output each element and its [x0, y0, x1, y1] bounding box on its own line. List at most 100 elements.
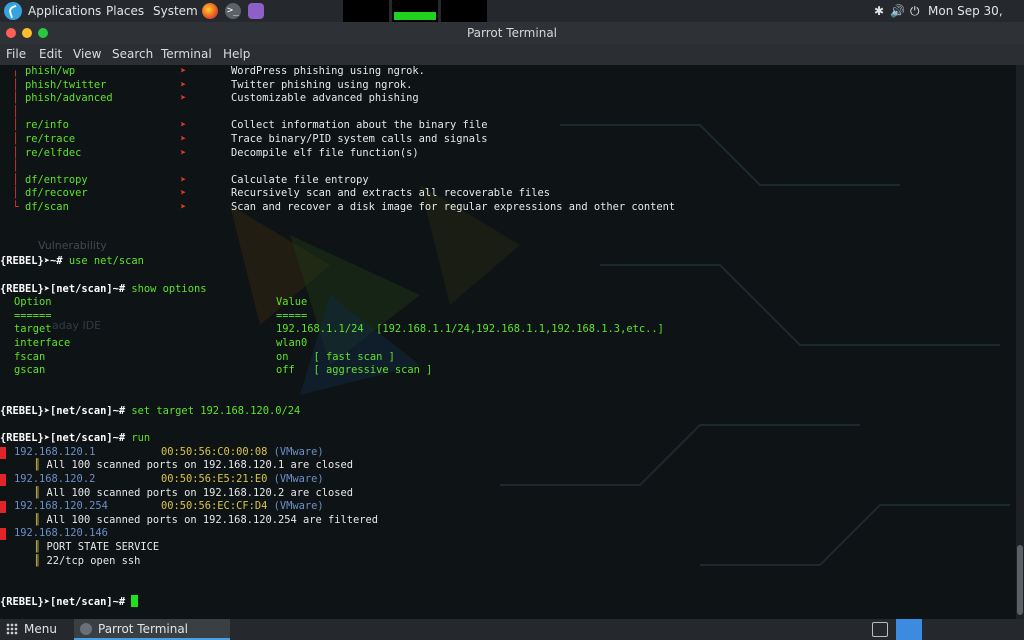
scrollbar-thumb[interactable]	[1017, 545, 1023, 615]
bluetooth-icon[interactable]: ✱	[874, 0, 884, 22]
clock[interactable]: Mon Sep 30, 14:23	[928, 0, 1024, 40]
host-mac: 00:50:56:C0:00:08	[161, 445, 268, 458]
module-desc: Recursively scan and extracts all recove…	[231, 187, 551, 200]
host-ip: 192.168.120.1	[14, 445, 96, 458]
value-header: Value	[276, 296, 308, 309]
module-name: phish/wp	[25, 65, 76, 77]
host-note: All 100 scanned ports on 192.168.120.1 a…	[46, 459, 354, 472]
host-vendor: (VMware)	[273, 445, 324, 458]
volume-icon[interactable]: 🔊	[890, 0, 905, 22]
option-rule: ======	[14, 309, 52, 322]
module-name: df/scan	[25, 201, 69, 213]
port-header: PORT STATE SERVICE	[46, 541, 160, 553]
host-marker	[0, 501, 6, 513]
module-name: phish/twitter	[25, 78, 107, 91]
host-note: All 100 scanned ports on 192.168.120.254…	[46, 513, 379, 526]
option-name: target	[14, 323, 52, 336]
option-name: gscan	[14, 364, 46, 377]
prompt: {REBEL}➤[net/scan]~#	[0, 405, 126, 417]
option-value: off [ aggressive scan ]	[276, 364, 433, 377]
prompt: {REBEL}➤[net/scan]~#	[0, 432, 126, 445]
module-name: re/elfdec	[25, 146, 82, 159]
module-name: df/recover	[25, 187, 88, 200]
module-desc: Twitter phishing using ngrok.	[231, 78, 413, 91]
text-editor-icon[interactable]	[248, 3, 264, 19]
window-title: Parrot Terminal	[466, 26, 558, 40]
host-ip: 192.168.120.2	[14, 473, 96, 485]
module-name: re/trace	[25, 133, 76, 145]
menu-search[interactable]: Search	[112, 44, 153, 65]
keyboard-icon[interactable]	[872, 622, 888, 637]
memory-monitor	[392, 0, 438, 22]
menubar: File Edit View Search Terminal Help	[0, 44, 1024, 65]
host-vendor: (VMware)	[273, 500, 324, 513]
host-mac: 00:50:56:E5:21:E0	[161, 473, 268, 485]
option-name: fscan	[14, 350, 46, 363]
host-marker	[0, 474, 6, 486]
module-desc: Customizable advanced phishing	[231, 92, 419, 105]
terminal-icon	[80, 623, 92, 635]
module-name: df/entropy	[25, 173, 88, 186]
value-rule: =====	[276, 309, 308, 322]
host-marker	[0, 447, 6, 459]
module-name: phish/advanced	[25, 92, 113, 105]
arrow-icon: ➤	[180, 119, 187, 132]
command-text: use net/scan	[68, 255, 144, 268]
taskbar-item-terminal[interactable]: Parrot Terminal	[74, 619, 230, 640]
menu-help[interactable]: Help	[223, 44, 250, 65]
port-row: 22/tcp open ssh	[46, 554, 141, 567]
module-desc: Trace binary/PID system calls and signal…	[231, 133, 488, 145]
option-value: on [ fast scan ]	[276, 350, 395, 363]
taskbar-item-label: Parrot Terminal	[98, 622, 189, 636]
host-marker	[0, 528, 6, 540]
prompt: {REBEL}➤~#	[0, 255, 63, 268]
cpu-monitor	[343, 0, 389, 22]
option-name: interface	[14, 337, 71, 349]
parrot-logo-icon[interactable]	[4, 2, 22, 20]
module-name: re/info	[25, 119, 69, 132]
terminal-view[interactable]: ╷ phish/wp ➤ WordPress phishing using ng…	[0, 65, 1016, 619]
ghost-desktop-label: Vulnerability	[38, 239, 107, 252]
workspace-switcher[interactable]	[896, 619, 922, 640]
option-value: wlan0	[276, 337, 308, 349]
arrow-icon: ➤	[180, 133, 187, 145]
option-header: Option	[14, 296, 52, 309]
firefox-icon[interactable]	[202, 3, 218, 19]
system-menu[interactable]: System	[153, 0, 198, 22]
bottom-panel: Menu Parrot Terminal	[0, 619, 1024, 640]
wallpaper-decoration	[230, 124, 1010, 566]
host-ip: 192.168.120.146	[14, 527, 108, 540]
prompt: {REBEL}➤[net/scan]~#	[0, 282, 126, 295]
network-monitor	[441, 0, 487, 22]
arrow-icon: ➤	[180, 187, 187, 200]
module-desc: Collect information about the binary fil…	[231, 119, 488, 132]
arrow-icon: ➤	[180, 146, 187, 159]
host-vendor: (VMware)	[273, 473, 324, 485]
terminal-launcher-icon[interactable]: >_	[225, 3, 241, 19]
applications-menu[interactable]: Applications	[28, 0, 101, 22]
host-ip: 192.168.120.254	[14, 500, 108, 513]
menu-edit[interactable]: Edit	[39, 44, 62, 65]
ghost-desktop-label: aday IDE	[52, 319, 102, 332]
menu-view[interactable]: View	[73, 44, 101, 65]
module-desc: WordPress phishing using ngrok.	[231, 65, 425, 77]
menu-label: Menu	[24, 622, 57, 636]
terminal-scrollbar[interactable]	[1016, 65, 1024, 619]
module-desc: Calculate file entropy	[231, 173, 369, 186]
menu-terminal[interactable]: Terminal	[161, 44, 212, 65]
places-menu[interactable]: Places	[106, 0, 144, 22]
arrow-icon: ➤	[180, 78, 187, 91]
command-text: run	[131, 432, 151, 445]
clock-icon[interactable]: ⏻	[910, 0, 920, 22]
option-value: 192.168.1.1/24 [192.168.1.1/24,192.168.1…	[276, 323, 664, 336]
grid-icon	[6, 623, 18, 635]
arrow-icon: ➤	[180, 65, 187, 77]
arrow-icon: ➤	[180, 173, 187, 186]
module-desc: Scan and recover a disk image for regula…	[231, 201, 676, 213]
module-desc: Decompile elf file function(s)	[231, 146, 419, 159]
arrow-icon: ➤	[180, 92, 187, 105]
window-titlebar[interactable]: Parrot Terminal	[0, 22, 1024, 44]
host-mac: 00:50:56:EC:CF:D4	[161, 500, 268, 513]
menu-file[interactable]: File	[6, 44, 26, 65]
menu-button[interactable]: Menu	[6, 619, 57, 640]
